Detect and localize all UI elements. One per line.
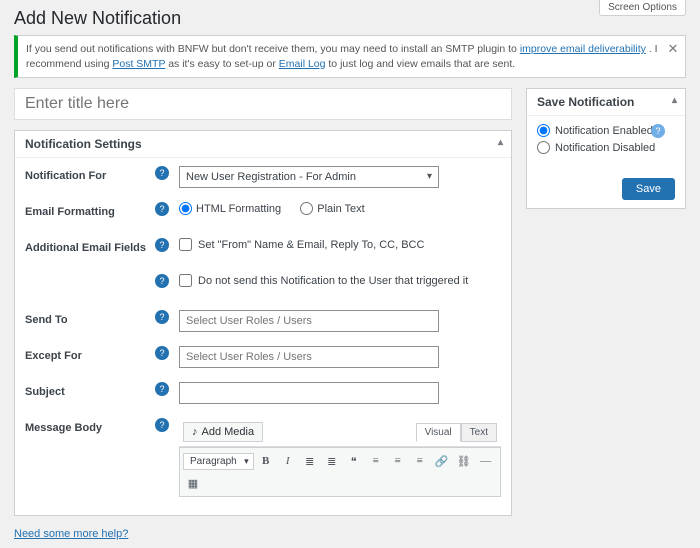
- notification-title-input[interactable]: [14, 88, 512, 120]
- label-send-to: Send To: [25, 310, 155, 326]
- enabled-label: Notification Enabled: [555, 125, 653, 137]
- checkbox-no-self-notify[interactable]: [179, 274, 192, 287]
- help-icon[interactable]: ?: [155, 418, 169, 432]
- disabled-input[interactable]: [537, 141, 550, 154]
- notice-text-3: as it's easy to set-up or: [168, 58, 279, 70]
- dismiss-notice-button[interactable]: ✕: [665, 40, 681, 56]
- radio-html-input[interactable]: [179, 202, 192, 215]
- label-subject: Subject: [25, 382, 155, 398]
- subject-input[interactable]: [179, 382, 439, 404]
- checkbox-no-self-label: Do not send this Notification to the Use…: [198, 275, 468, 287]
- help-link[interactable]: Need some more help?: [14, 528, 128, 540]
- notice-link-post-smtp[interactable]: Post SMTP: [112, 58, 165, 70]
- unlink-button[interactable]: ⛓: [454, 451, 474, 471]
- help-icon[interactable]: ?: [155, 346, 169, 360]
- admin-notice: If you send out notifications with BNFW …: [14, 35, 686, 78]
- help-icon[interactable]: ?: [155, 274, 169, 288]
- align-center-button[interactable]: ≡: [388, 451, 408, 471]
- save-notification-box: Save Notification ▴ Notification Enabled…: [526, 88, 686, 209]
- notification-for-select[interactable]: New User Registration - For Admin: [179, 166, 439, 188]
- help-icon[interactable]: ?: [155, 202, 169, 216]
- label-except-for: Except For: [25, 346, 155, 362]
- tab-visual[interactable]: Visual: [416, 423, 461, 442]
- page-title: Add New Notification: [14, 8, 686, 29]
- save-button[interactable]: Save: [622, 178, 675, 200]
- radio-disabled[interactable]: Notification Disabled: [537, 141, 675, 154]
- blockquote-button[interactable]: ❝: [344, 451, 364, 471]
- save-box-heading[interactable]: Save Notification ▴: [527, 89, 685, 116]
- more-button[interactable]: —: [476, 451, 496, 471]
- send-to-input[interactable]: [179, 310, 439, 332]
- label-notification-for: Notification For: [25, 166, 155, 182]
- settings-box-heading[interactable]: Notification Settings ▴: [15, 131, 511, 158]
- media-icon: ♪: [192, 426, 198, 438]
- label-email-formatting: Email Formatting: [25, 202, 155, 218]
- add-media-button[interactable]: ♪ Add Media: [183, 422, 263, 442]
- radio-html-label: HTML Formatting: [196, 203, 281, 215]
- number-list-button[interactable]: ≣: [322, 451, 342, 471]
- collapse-icon[interactable]: ▴: [498, 137, 503, 148]
- toolbar-toggle-button[interactable]: ▦: [183, 473, 203, 493]
- align-right-button[interactable]: ≡: [410, 451, 430, 471]
- notification-settings-box: Notification Settings ▴ Notification For…: [14, 130, 512, 516]
- except-for-input[interactable]: [179, 346, 439, 368]
- collapse-icon[interactable]: ▴: [672, 95, 677, 106]
- format-select[interactable]: Paragraph: [183, 453, 254, 470]
- disabled-label: Notification Disabled: [555, 142, 655, 154]
- bullet-list-button[interactable]: ≣: [300, 451, 320, 471]
- checkbox-from-label: Set "From" Name & Email, Reply To, CC, B…: [198, 239, 424, 251]
- notice-link-deliverability[interactable]: improve email deliverability: [520, 43, 646, 55]
- help-icon[interactable]: ?: [155, 166, 169, 180]
- checkbox-from-name[interactable]: [179, 238, 192, 251]
- label-message-body: Message Body: [25, 418, 155, 434]
- radio-plain-input[interactable]: [300, 202, 313, 215]
- radio-plain-label: Plain Text: [317, 203, 365, 215]
- save-box-title: Save Notification: [537, 95, 634, 109]
- notice-text-4: to just log and view emails that are sen…: [328, 58, 515, 70]
- align-left-button[interactable]: ≡: [366, 451, 386, 471]
- bold-button[interactable]: B: [256, 451, 276, 471]
- notice-link-email-log[interactable]: Email Log: [279, 58, 326, 70]
- screen-options-tab[interactable]: Screen Options: [599, 0, 686, 16]
- enabled-input[interactable]: [537, 124, 550, 137]
- help-icon[interactable]: ?: [155, 310, 169, 324]
- link-button[interactable]: 🔗: [432, 451, 452, 471]
- add-media-label: Add Media: [202, 426, 255, 438]
- label-additional-fields: Additional Email Fields: [25, 238, 155, 254]
- notice-text-1: If you send out notifications with BNFW …: [26, 43, 520, 55]
- tab-text[interactable]: Text: [461, 423, 497, 442]
- italic-button[interactable]: I: [278, 451, 298, 471]
- settings-box-title: Notification Settings: [25, 137, 142, 151]
- radio-plain-text[interactable]: Plain Text: [300, 202, 365, 215]
- help-icon[interactable]: ?: [155, 382, 169, 396]
- radio-html-formatting[interactable]: HTML Formatting: [179, 202, 281, 215]
- help-icon[interactable]: ?: [155, 238, 169, 252]
